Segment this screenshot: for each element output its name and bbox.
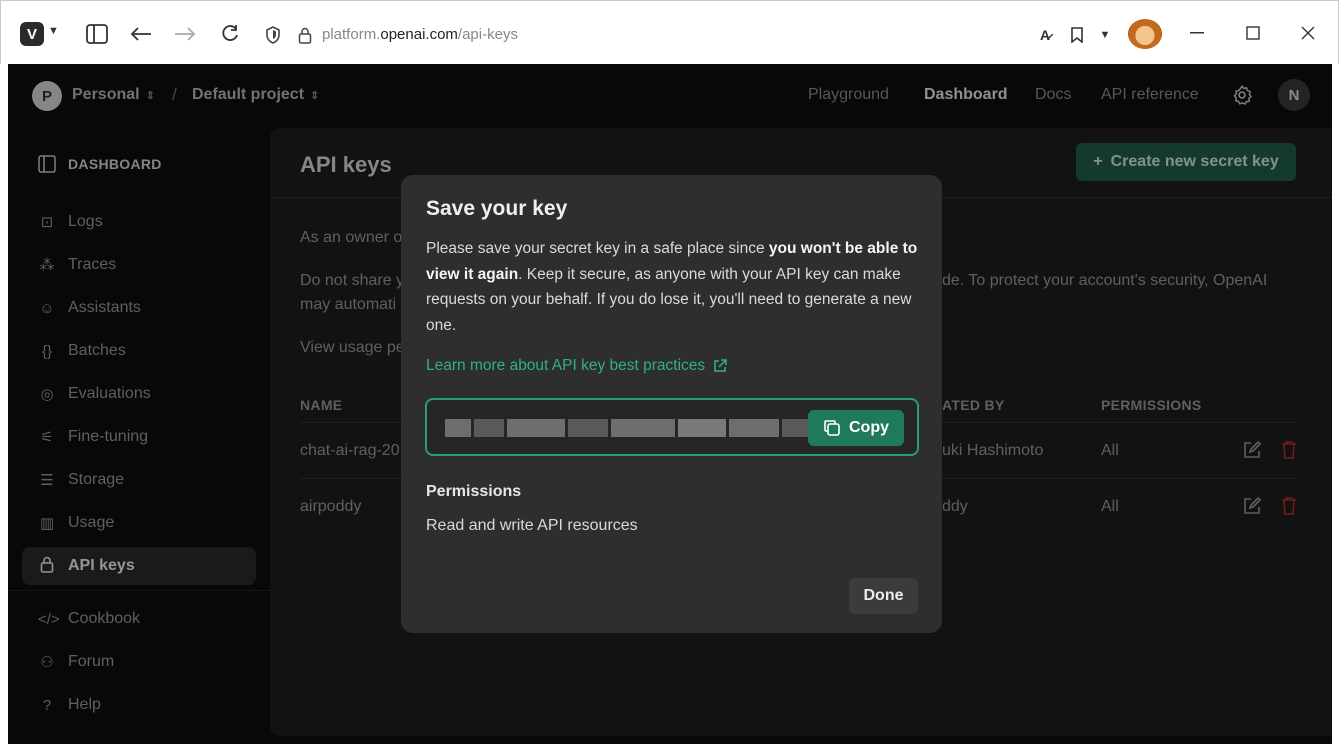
copy-button[interactable]: Copy (808, 410, 904, 446)
permissions-value: Read and write API resources (426, 517, 638, 534)
copy-icon (824, 420, 840, 436)
close-icon[interactable] (1298, 23, 1318, 43)
external-link-icon (714, 359, 727, 372)
sidebar-toggle-icon[interactable] (85, 22, 109, 46)
masked-secret-key (445, 419, 818, 437)
maximize-icon[interactable] (1243, 23, 1263, 43)
permissions-label: Permissions (426, 483, 522, 500)
reload-icon[interactable] (218, 22, 242, 46)
dialog-description: Please save your secret key in a safe pl… (426, 240, 918, 334)
best-practices-link[interactable]: Learn more about API key best practices (426, 357, 727, 375)
back-icon[interactable] (129, 22, 153, 46)
dialog-title: Save your key (426, 197, 568, 220)
done-button[interactable]: Done (849, 578, 918, 614)
forward-icon[interactable] (173, 22, 197, 46)
chevron-down-icon[interactable]: ▼ (48, 25, 59, 37)
save-key-dialog: Save your key Please save your secret ke… (401, 175, 942, 633)
profile-avatar[interactable] (1128, 19, 1162, 49)
translate-icon[interactable]: A̷ (1035, 26, 1055, 44)
dropdown-icon[interactable]: ▼ (1097, 27, 1113, 43)
lock-icon (297, 26, 313, 44)
secret-key-field[interactable]: Copy (425, 398, 919, 456)
address-bar[interactable]: platform.openai.com/api-keys A̷ ▼ (257, 18, 1123, 52)
minimize-icon[interactable] (1187, 23, 1207, 43)
shield-icon[interactable] (263, 26, 283, 44)
bookmark-icon[interactable] (1067, 26, 1087, 44)
vivaldi-menu-icon[interactable]: V (20, 22, 44, 46)
browser-chrome: V ▼ platform.openai.com/api-keys A̷ ▼ (0, 0, 1339, 64)
url-text[interactable]: platform.openai.com/api-keys (322, 26, 518, 43)
